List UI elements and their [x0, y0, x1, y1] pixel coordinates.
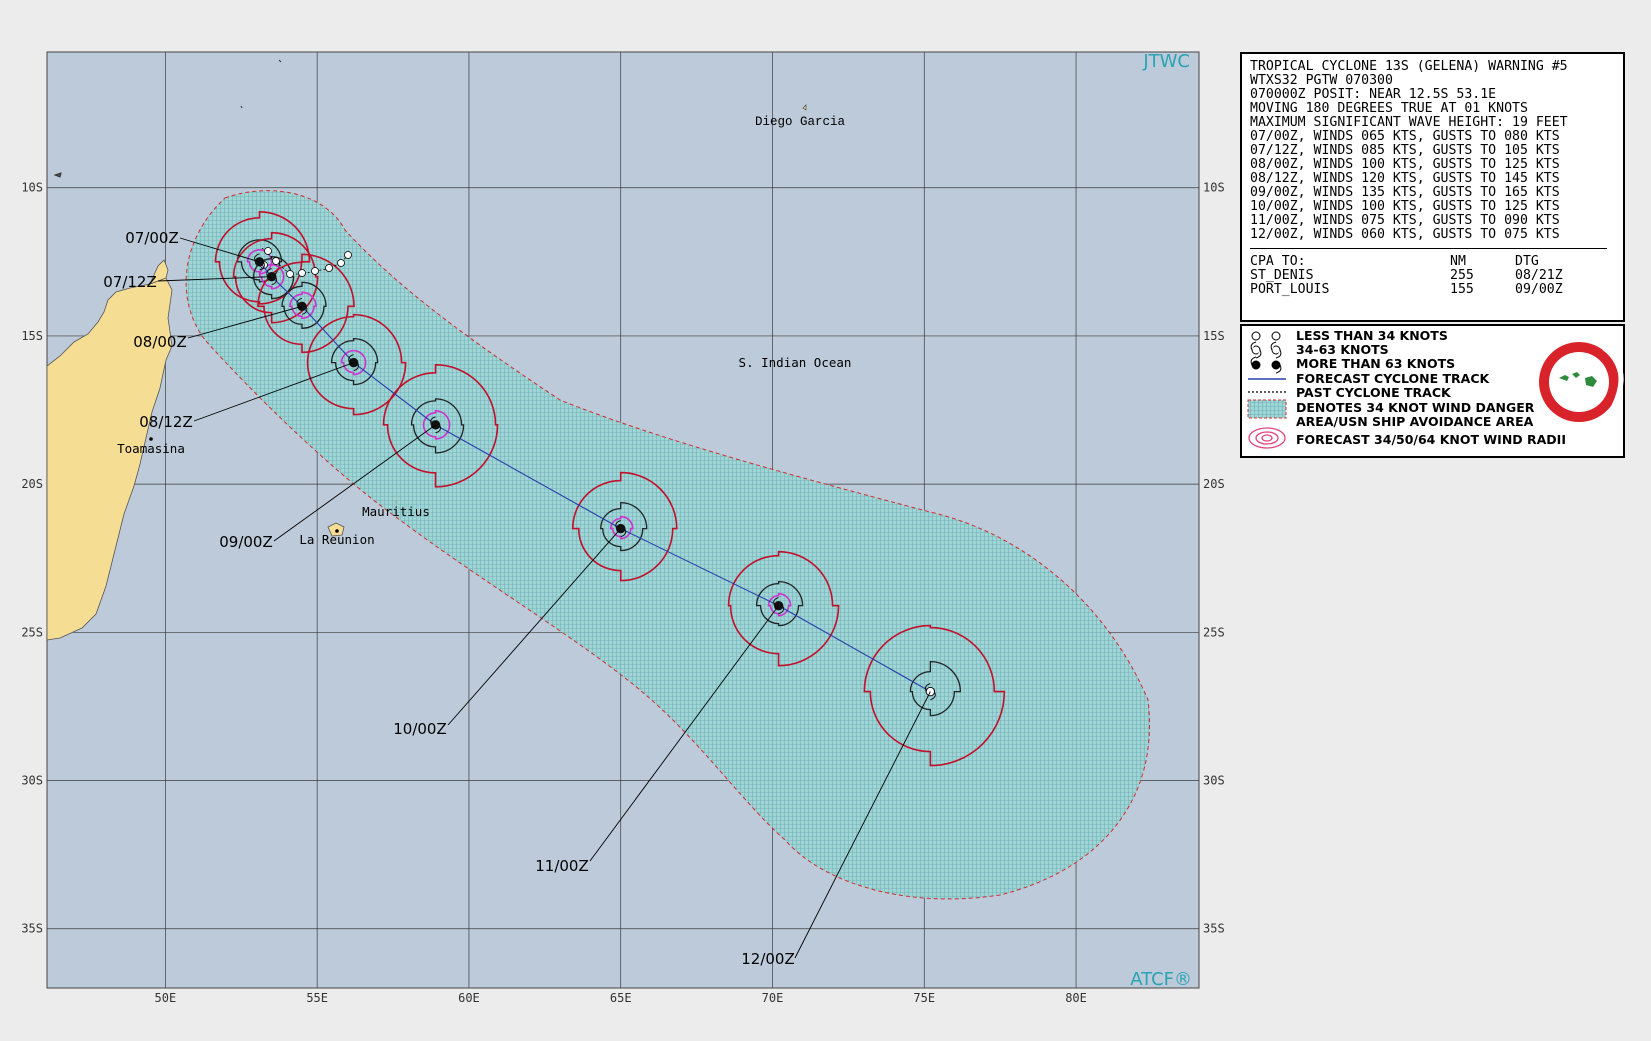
cpa-row-port-louis: PORT_LOUIS 155 09/00Z	[1250, 283, 1623, 297]
cpa-header: CPA TO: NM DTG	[1250, 255, 1623, 269]
danger-area-icon	[1247, 399, 1287, 419]
warning-line: 07/00Z, WINDS 065 KTS, GUSTS TO 080 KTS	[1250, 129, 1560, 144]
jtwc-seal-icon	[1539, 342, 1624, 422]
legend-avoidance-area: AREA/USN SHIP AVOIDANCE AREA	[1296, 414, 1534, 429]
less-than-34-icon	[1251, 331, 1281, 341]
forecast-position-marker	[348, 357, 359, 368]
lon-tick-label: 70E	[762, 991, 784, 1005]
warning-line: 11/00Z, WINDS 075 KTS, GUSTS TO 090 KTS	[1250, 213, 1560, 228]
warning-line: 12/00Z, WINDS 060 KTS, GUSTS TO 075 KTS	[1250, 227, 1560, 242]
cpa-header-label: CPA TO:	[1250, 254, 1306, 269]
forecast-time-label: 10/00Z	[393, 720, 447, 738]
legend-past-track: PAST CYCLONE TRACK	[1296, 385, 1451, 400]
cpa-row-st-denis: ST_DENIS 255 08/21Z	[1250, 269, 1623, 283]
legend-less-than-34: LESS THAN 34 KNOTS	[1296, 328, 1448, 343]
wind-radii-icon	[1248, 427, 1286, 449]
cpa-nm: 155	[1450, 282, 1474, 297]
more-than-63-icon	[1250, 356, 1282, 374]
cpa-header-nm: NM	[1450, 254, 1466, 269]
warning-line: 08/00Z, WINDS 100 KTS, GUSTS TO 125 KTS	[1250, 157, 1560, 172]
place-label-toamasina: Toamasina	[117, 441, 185, 456]
lon-tick-label: 65E	[610, 991, 632, 1005]
lat-tick-label-right: 10S	[1203, 181, 1225, 195]
lat-tick-label-left: 25S	[21, 625, 43, 639]
forecast-time-label: 11/00Z	[535, 857, 589, 875]
warning-info-panel: TROPICAL CYCLONE 13S (GELENA) WARNING #5…	[1240, 52, 1625, 322]
lon-tick-label: 50E	[155, 991, 177, 1005]
legend-wind-radii: FORECAST 34/50/64 KNOT WIND RADII	[1296, 432, 1566, 447]
lat-tick-label-left: 15S	[21, 329, 43, 343]
forecast-time-label: 07/12Z	[103, 273, 157, 291]
lon-tick-label: 55E	[306, 991, 328, 1005]
warning-line: MAXIMUM SIGNIFICANT WAVE HEIGHT: 19 FEET	[1250, 115, 1568, 130]
lon-tick-label: 80E	[1065, 991, 1087, 1005]
place-label-s-indian-ocean: S. Indian Ocean	[739, 355, 852, 370]
atcf-label: ATCF®	[1130, 969, 1192, 990]
cpa-nm: 255	[1450, 268, 1474, 283]
lat-tick-label-right: 20S	[1203, 477, 1225, 491]
legend-forecast-track: FORECAST CYCLONE TRACK	[1296, 371, 1490, 386]
jtwc-label: JTWC	[1142, 51, 1190, 72]
lat-tick-label-right: 35S	[1203, 922, 1225, 936]
forecast-time-label: 08/12Z	[139, 413, 193, 431]
cpa-dtg: 09/00Z	[1515, 282, 1563, 297]
legend-more-than-63: MORE THAN 63 KNOTS	[1296, 356, 1456, 371]
forecast-time-label: 07/00Z	[125, 229, 179, 247]
warning-line: 07/12Z, WINDS 085 KTS, GUSTS TO 105 KTS	[1250, 143, 1560, 158]
cpa-dtg: 08/21Z	[1515, 268, 1563, 283]
lat-tick-label-right: 25S	[1203, 625, 1225, 639]
forecast-time-label: 12/00Z	[741, 950, 795, 968]
warning-line: MOVING 180 DEGREES TRUE AT 01 KNOTS	[1250, 101, 1528, 116]
warning-line: 10/00Z, WINDS 100 KTS, GUSTS TO 125 KTS	[1250, 199, 1560, 214]
place-label-mauritius: Mauritius	[362, 504, 430, 519]
warning-line: 070000Z POSIT: NEAR 12.5S 53.1E	[1250, 87, 1497, 102]
warning-text-lines: TROPICAL CYCLONE 13S (GELENA) WARNING #5…	[1250, 60, 1623, 242]
lat-tick-label-left: 35S	[21, 922, 43, 936]
warning-line: 08/12Z, WINDS 120 KTS, GUSTS TO 145 KTS	[1250, 171, 1560, 186]
lat-tick-label-right: 30S	[1203, 774, 1225, 788]
lon-tick-label: 75E	[913, 991, 935, 1005]
lat-tick-label-left: 20S	[21, 477, 43, 491]
legend-panel: LESS THAN 34 KNOTS 34-63 KNOTS MORE THAN…	[1240, 324, 1625, 458]
cpa-place: PORT_LOUIS	[1250, 282, 1330, 297]
warning-line: 09/00Z, WINDS 135 KTS, GUSTS TO 165 KTS	[1250, 185, 1560, 200]
cpa-header-dtg: DTG	[1515, 254, 1539, 269]
panel-divider	[1250, 248, 1607, 249]
legend-danger-area: DENOTES 34 KNOT WIND DANGER	[1296, 400, 1535, 415]
place-label-diego-garcia: Diego Garcia	[755, 115, 846, 129]
place-label-la-reunion: La Reunion	[299, 532, 374, 547]
lat-tick-label-left: 30S	[21, 774, 43, 788]
lat-tick-label-left: 10S	[21, 181, 43, 195]
lon-tick-label: 60E	[458, 991, 480, 1005]
forecast-time-label: 09/00Z	[219, 533, 273, 551]
legend-34-63: 34-63 KNOTS	[1296, 342, 1389, 357]
forecast-time-label: 08/00Z	[133, 333, 187, 351]
34-63-knots-icon	[1250, 341, 1282, 359]
cpa-place: ST_DENIS	[1250, 268, 1314, 283]
warning-line: TROPICAL CYCLONE 13S (GELENA) WARNING #5	[1250, 59, 1568, 74]
warning-line: WTXS32 PGTW 070300	[1250, 73, 1393, 88]
lat-tick-label-right: 15S	[1203, 329, 1225, 343]
